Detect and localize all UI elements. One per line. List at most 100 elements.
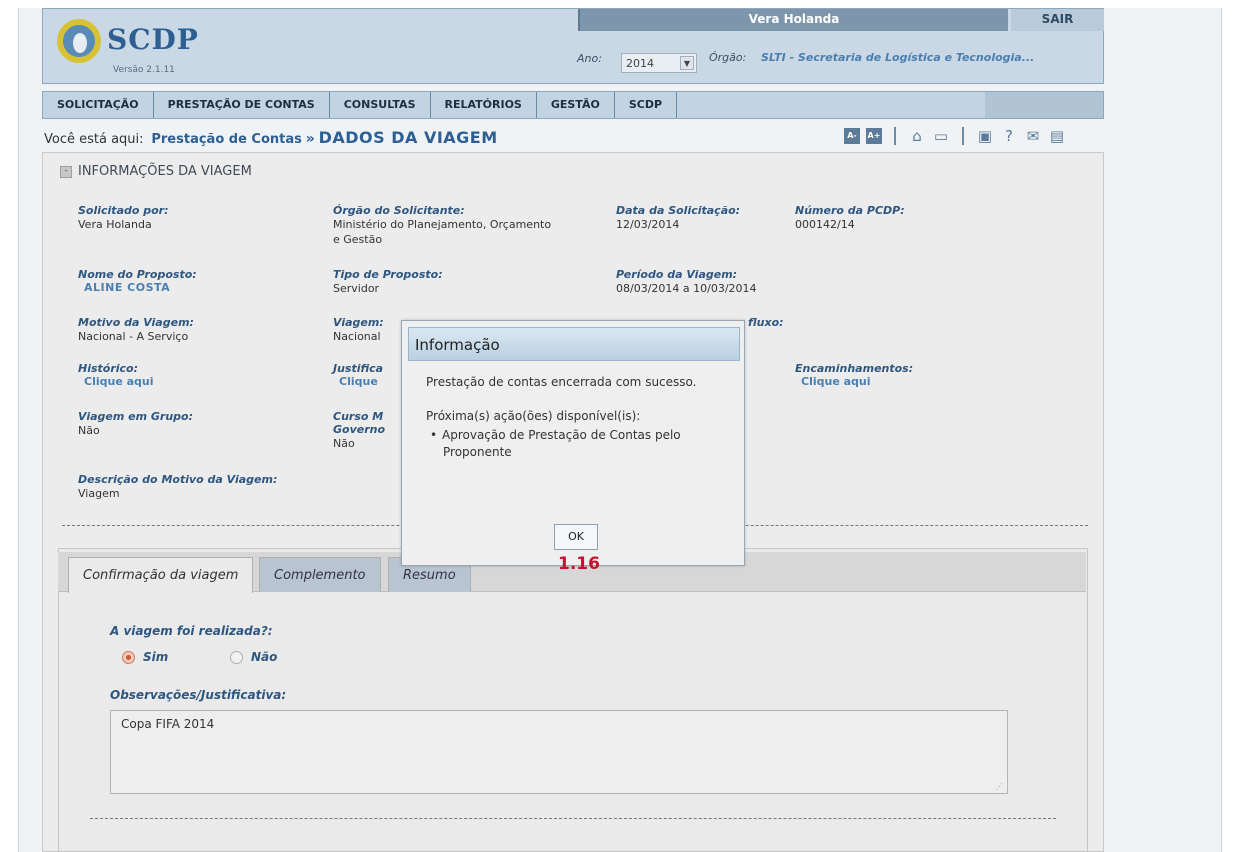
field-value: Não <box>78 424 100 437</box>
feedback-icon[interactable]: ▤ <box>1048 127 1066 145</box>
toolbar-divider <box>962 127 964 145</box>
chevron-down-icon[interactable]: ▼ <box>680 56 694 70</box>
field-label: Curso M <box>333 410 384 423</box>
field-descricao-motivo: Descrição do Motivo da Viagem: Viagem <box>78 473 277 501</box>
tab-complemento[interactable]: Complemento <box>259 557 381 592</box>
field-value: Servidor <box>333 282 380 295</box>
ano-label: Ano: <box>577 52 602 65</box>
help-icon[interactable]: ? <box>1000 127 1018 145</box>
observacoes-textarea[interactable]: Copa FIFA 2014 ⋰ <box>110 710 1008 794</box>
historico-link[interactable]: Clique aqui <box>84 375 154 388</box>
field-numero-pcdp: Número da PCDP: 000142/14 <box>795 204 905 232</box>
field-value: Nacional - A Serviço <box>78 330 189 343</box>
field-label: Histórico: <box>78 362 139 375</box>
action-text-continuation: Proponente <box>443 445 512 459</box>
field-value: Ministério do Planejamento, Orçamento <box>333 218 552 231</box>
menu-item-solicitacao[interactable]: SOLICITAÇÃO <box>43 92 154 118</box>
breadcrumb: Você está aqui: Prestação de Contas » DA… <box>44 128 498 148</box>
next-actions-list: • Aprovação de Prestação de Contas pelo P… <box>430 427 681 461</box>
field-nome-proposto: Nome do Proposto: ALINE COSTA <box>78 268 197 294</box>
field-label: Descrição do Motivo da Viagem: <box>78 473 278 486</box>
field-orgao-solicitante: Órgão do Solicitante: Ministério do Plan… <box>333 204 551 247</box>
field-label: fluxo: <box>748 316 784 329</box>
menu-item-consultas[interactable]: CONSULTAS <box>330 92 431 118</box>
field-solicitado-por: Solicitado por: Vera Holanda <box>78 204 169 232</box>
page-title: DADOS DA VIAGEM <box>318 128 498 147</box>
field-value: 12/03/2014 <box>616 218 680 231</box>
field-label: Tipo de Proposto: <box>333 268 443 281</box>
field-label: Motivo da Viagem: <box>78 316 194 329</box>
field-viagem-grupo: Viagem em Grupo: Não <box>78 410 193 438</box>
field-encaminhamentos: Encaminhamentos: Clique aqui <box>795 362 913 388</box>
field-justificativa: Justifica Clique <box>333 362 383 388</box>
scdp-logo: SCDP Versão 2.1.11 <box>51 15 201 79</box>
field-data-solicitacao: Data da Solicitação: 12/03/2014 <box>616 204 740 232</box>
annotation-label: 1.16 <box>558 554 600 574</box>
presentation-icon[interactable]: ▣ <box>976 127 994 145</box>
breadcrumb-prefix: Você está aqui: <box>44 132 144 147</box>
field-label: Nome do Proposto: <box>78 268 197 281</box>
field-value: Não <box>333 437 355 450</box>
user-name: Vera Holanda <box>578 9 1008 31</box>
field-label: Solicitado por: <box>78 204 169 217</box>
logo-emblem-icon <box>57 19 101 63</box>
field-posicao-fluxo: fluxo: <box>748 316 784 329</box>
radio-sim[interactable]: Sim <box>122 650 168 664</box>
section-header[interactable]: - INFORMAÇÕES DA VIAGEM <box>60 164 252 179</box>
radio-nao[interactable]: Não <box>230 650 277 664</box>
field-value: 08/03/2014 a 10/03/2014 <box>616 282 757 295</box>
field-label: Viagem em Grupo: <box>78 410 194 423</box>
action-text: Aprovação de Prestação de Contas pelo <box>442 428 681 442</box>
menu-item-relatorios[interactable]: RELATÓRIOS <box>431 92 537 118</box>
dialog-title: Informação <box>408 327 740 361</box>
encaminhamentos-link[interactable]: Clique aqui <box>801 375 913 388</box>
field-label: Encaminhamentos: <box>795 362 914 375</box>
home-icon[interactable]: ⌂ <box>908 127 926 145</box>
radio-checked-icon[interactable] <box>122 650 135 664</box>
field-tipo-proposto: Tipo de Proposto: Servidor <box>333 268 443 296</box>
ok-button[interactable]: OK <box>554 524 598 550</box>
justificativa-link[interactable]: Clique <box>339 375 383 388</box>
field-value: 000142/14 <box>795 218 855 231</box>
app-header: SCDP Versão 2.1.11 Vera Holanda SAIR Ano… <box>42 8 1104 84</box>
font-increase-button[interactable]: A+ <box>866 128 882 144</box>
logout-button[interactable]: SAIR <box>1011 9 1104 31</box>
menu-spacer <box>677 92 985 118</box>
mail-icon[interactable]: ✉ <box>1024 127 1042 145</box>
proposto-link[interactable]: ALINE COSTA <box>84 281 197 294</box>
field-motivo-viagem: Motivo da Viagem: Nacional - A Serviço <box>78 316 194 344</box>
section-title: INFORMAÇÕES DA VIAGEM <box>78 164 252 179</box>
menu-item-scdp[interactable]: SCDP <box>615 92 678 118</box>
chat-icon[interactable]: ▭ <box>932 127 950 145</box>
observacoes-label: Observações/Justificativa: <box>110 688 287 702</box>
logo-text: SCDP <box>107 23 199 56</box>
double-chevron-right-icon: » <box>305 131 315 147</box>
resize-grip-icon[interactable]: ⋰ <box>995 782 1003 791</box>
next-actions-label: Próxima(s) ação(ões) disponível(is): <box>426 409 641 423</box>
app-version: Versão 2.1.11 <box>113 65 175 75</box>
bullet-icon: • <box>430 428 438 442</box>
ano-select[interactable]: 2014 ▼ <box>621 53 697 73</box>
main-menu: SOLICITAÇÃO PRESTAÇÃO DE CONTAS CONSULTA… <box>42 91 1104 119</box>
radio-unchecked-icon[interactable] <box>230 650 243 664</box>
tab-confirmacao-viagem[interactable]: Confirmação da viagem <box>68 557 254 593</box>
field-value: Vera Holanda <box>78 218 152 231</box>
menu-item-gestao[interactable]: GESTÃO <box>537 92 615 118</box>
list-item: • Aprovação de Prestação de Contas pelo <box>430 427 681 444</box>
observacoes-value: Copa FIFA 2014 <box>121 717 215 731</box>
breadcrumb-link[interactable]: Prestação de Contas <box>151 132 302 147</box>
menu-spacer-dark <box>985 92 1103 118</box>
ano-value: 2014 <box>626 57 654 70</box>
menu-item-prestacao-de-contas[interactable]: PRESTAÇÃO DE CONTAS <box>154 92 330 118</box>
collapse-icon[interactable]: - <box>60 165 72 178</box>
field-viagem: Viagem: Nacional <box>333 316 384 344</box>
orgao-value: SLTI - Secretaria de Logística e Tecnolo… <box>761 51 1035 64</box>
viagem-realizada-label: A viagem foi realizada?: <box>110 624 273 638</box>
toolbar-divider <box>894 127 896 145</box>
font-decrease-button[interactable]: A- <box>844 128 860 144</box>
field-historico: Histórico: Clique aqui <box>78 362 154 388</box>
field-label: Governo <box>333 423 386 436</box>
field-label: Órgão do Solicitante: <box>333 204 465 217</box>
accessibility-toolbar: A- A+ ⌂ ▭ ▣ ? ✉ ▤ <box>844 126 1066 146</box>
field-value: e Gestão <box>333 233 383 246</box>
